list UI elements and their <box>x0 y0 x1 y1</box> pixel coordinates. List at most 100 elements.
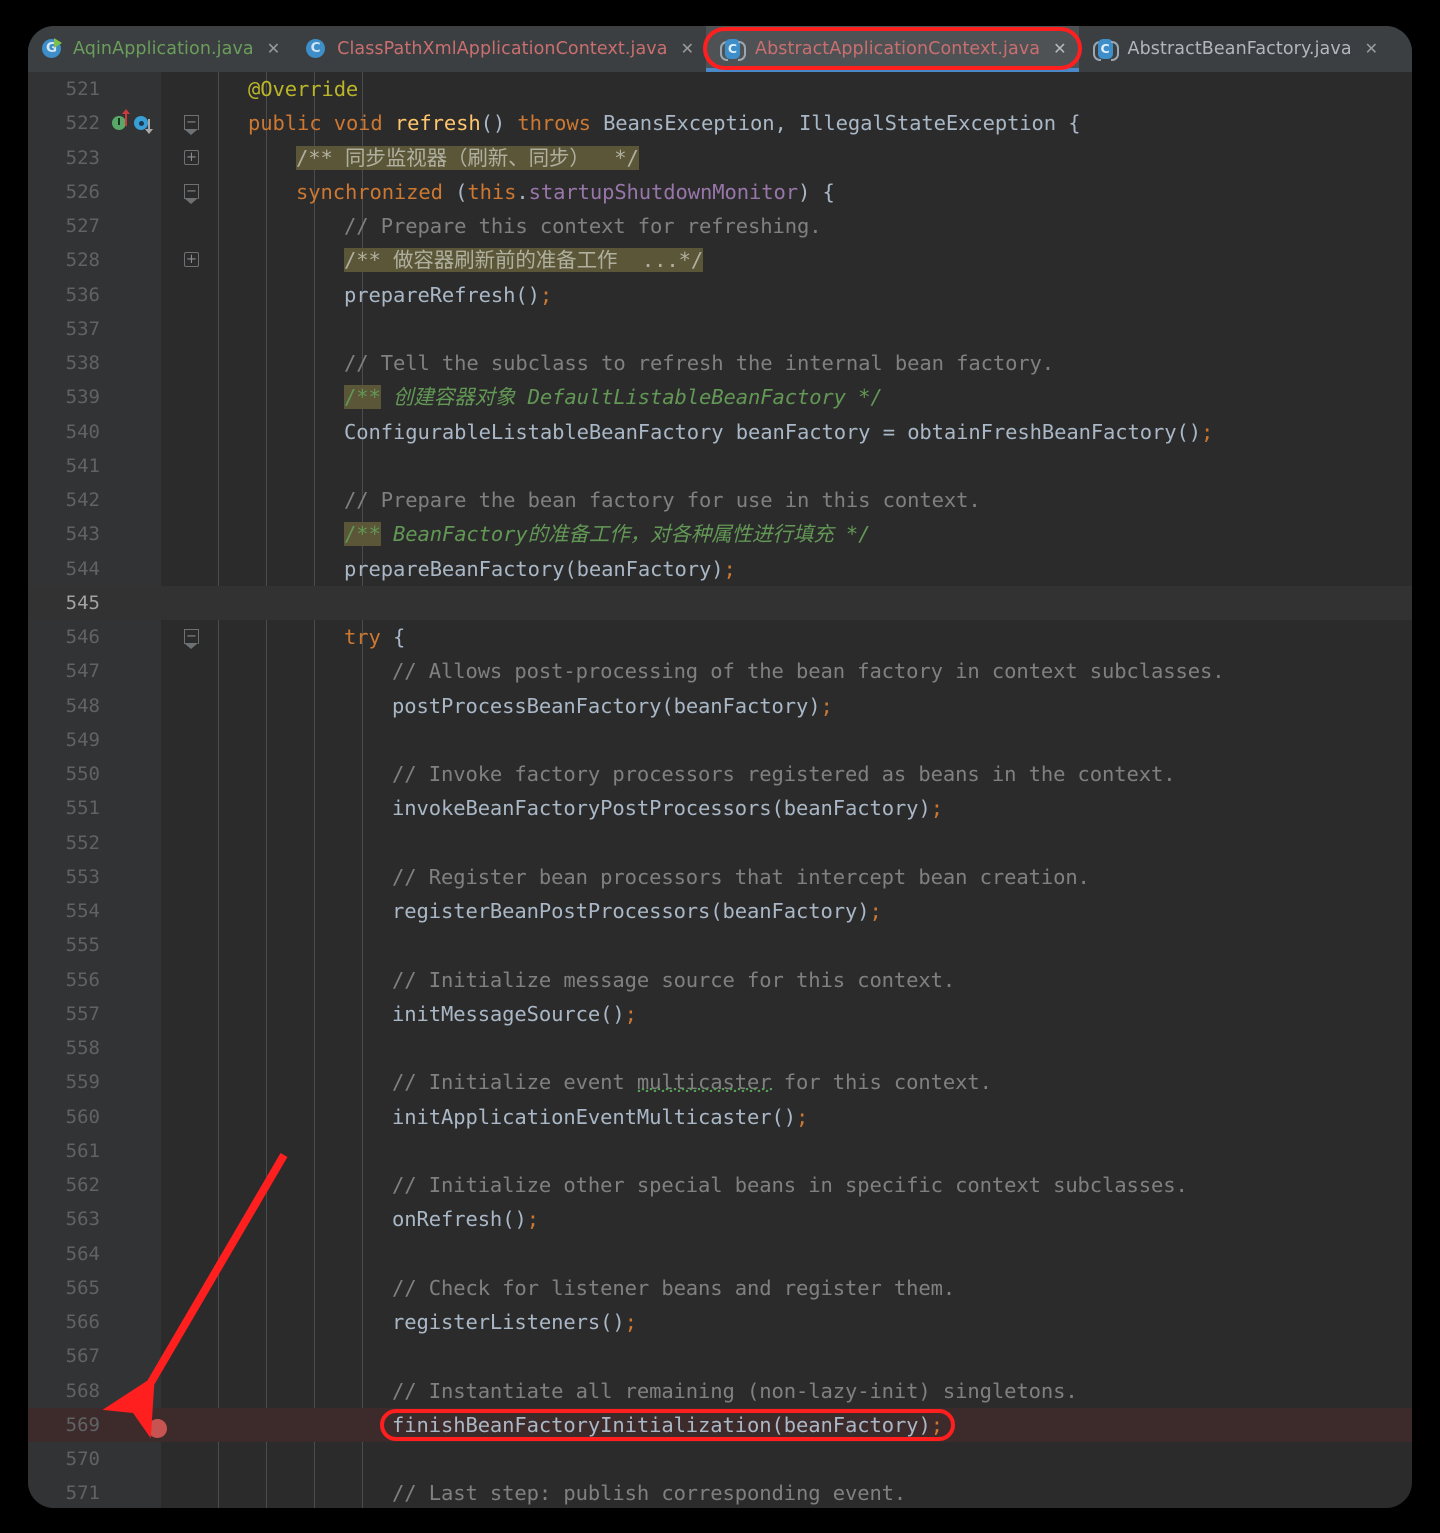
code-line-row[interactable]: 551 invokeBeanFactoryPostProcessors(beanF… <box>28 791 1412 825</box>
code-line-row[interactable]: 543 /** BeanFactory的准备工作，对各种属性进行填充 */ <box>28 517 1412 551</box>
code-text[interactable]: onRefresh(); <box>392 1202 539 1236</box>
line-number[interactable]: 552 <box>28 826 100 860</box>
code-line-row[interactable]: 541 <box>28 449 1412 483</box>
code-text[interactable]: // Instantiate all remaining (non-lazy-i… <box>392 1374 1078 1408</box>
code-line-row[interactable]: 547 // Allows post-processing of the bean… <box>28 654 1412 688</box>
line-number[interactable]: 559 <box>28 1065 100 1099</box>
code-line-row[interactable]: 538 // Tell the subclass to refresh the i… <box>28 346 1412 380</box>
code-line-row[interactable]: 553 // Register bean processors that inte… <box>28 860 1412 894</box>
line-number[interactable]: 566 <box>28 1305 100 1339</box>
breakpoint-icon[interactable] <box>148 1418 167 1438</box>
close-icon[interactable]: ✕ <box>267 41 280 57</box>
implementing-method-icon[interactable]: I <box>112 106 134 140</box>
code-editor[interactable]: 521 @Override 522 I − public void refresh() t… <box>28 72 1412 1508</box>
code-line-row[interactable]: 570 <box>28 1442 1412 1476</box>
code-text[interactable]: @Override <box>248 72 358 106</box>
code-line-row[interactable]: 544 prepareBeanFactory(beanFactory); <box>28 552 1412 586</box>
line-number[interactable]: 544 <box>28 552 100 586</box>
code-text[interactable]: initMessageSource(); <box>392 997 637 1031</box>
line-number[interactable]: 555 <box>28 928 100 962</box>
code-fold-marker[interactable]: + <box>184 243 202 277</box>
line-number[interactable]: 551 <box>28 791 100 825</box>
code-line-row[interactable]: 521 @Override <box>28 72 1412 106</box>
code-line-row[interactable]: 545 <box>28 585 1412 620</box>
code-fold-marker[interactable]: − <box>184 106 202 140</box>
line-number[interactable]: 537 <box>28 312 100 346</box>
code-line-row[interactable]: 554 registerBeanPostProcessors(beanFactor… <box>28 894 1412 928</box>
code-line-row[interactable]: 522 I − public void refresh() throws BeansE… <box>28 106 1412 140</box>
code-line-row[interactable]: 560 initApplicationEventMulticaster(); <box>28 1100 1412 1134</box>
code-fold-marker[interactable]: + <box>184 141 202 175</box>
code-text[interactable]: // Invoke factory processors registered … <box>392 757 1176 791</box>
code-text[interactable] <box>392 1442 404 1476</box>
tab-abstractbeanfactory[interactable]: C AbstractBeanFactory.java ✕ <box>1079 26 1391 72</box>
line-number[interactable]: 562 <box>28 1168 100 1202</box>
line-number[interactable]: 547 <box>28 654 100 688</box>
code-line-row[interactable]: 552 <box>28 826 1412 860</box>
line-number[interactable]: 540 <box>28 415 100 449</box>
code-text[interactable]: ConfigurableListableBeanFactory beanFact… <box>344 415 1213 449</box>
line-number[interactable]: 568 <box>28 1374 100 1408</box>
code-line-row[interactable]: 569 finishBeanFactoryInitialization(beanF… <box>28 1407 1412 1442</box>
close-icon[interactable]: ✕ <box>1053 41 1066 57</box>
line-number[interactable]: 541 <box>28 449 100 483</box>
code-text[interactable]: public void refresh() throws BeansExcept… <box>248 106 1081 140</box>
code-line-row[interactable]: 549 <box>28 723 1412 757</box>
code-text[interactable]: finishBeanFactoryInitialization(beanFact… <box>392 1408 943 1442</box>
line-number[interactable]: 556 <box>28 963 100 997</box>
overriding-method-icon[interactable] <box>134 106 156 140</box>
code-fold-marker[interactable]: − <box>184 175 202 209</box>
code-text[interactable]: // Tell the subclass to refresh the inte… <box>344 346 1054 380</box>
code-text[interactable]: // Register bean processors that interce… <box>392 860 1090 894</box>
code-line-row[interactable]: 536 prepareRefresh(); <box>28 278 1412 312</box>
line-number[interactable]: 570 <box>28 1442 100 1476</box>
code-line-row[interactable]: 571 // Last step: publish corresponding e… <box>28 1476 1412 1508</box>
code-text[interactable]: registerBeanPostProcessors(beanFactory); <box>392 894 882 928</box>
close-icon[interactable]: ✕ <box>681 41 694 57</box>
code-text[interactable]: // Prepare the bean factory for use in t… <box>344 483 981 517</box>
code-line-row[interactable]: 540 ConfigurableListableBeanFactory beanF… <box>28 415 1412 449</box>
line-number[interactable]: 546 <box>28 620 100 654</box>
line-number[interactable]: 523 <box>28 141 100 175</box>
code-line-row[interactable]: 564 <box>28 1237 1412 1271</box>
line-number[interactable]: 543 <box>28 517 100 551</box>
code-line-row[interactable]: 563 onRefresh(); <box>28 1202 1412 1236</box>
code-line-row[interactable]: 559 // Initialize event multicaster for t… <box>28 1065 1412 1099</box>
line-number[interactable]: 558 <box>28 1031 100 1065</box>
code-text[interactable]: // Last step: publish corresponding even… <box>392 1476 906 1508</box>
code-text[interactable] <box>344 449 356 483</box>
tab-aqinapplication[interactable]: G AqinApplication.java ✕ <box>28 26 292 72</box>
code-text[interactable] <box>392 1134 404 1168</box>
code-line-row[interactable]: 548 postProcessBeanFactory(beanFactory); <box>28 689 1412 723</box>
line-number[interactable]: 567 <box>28 1339 100 1373</box>
code-text[interactable]: /** BeanFactory的准备工作，对各种属性进行填充 */ <box>344 517 870 551</box>
code-text[interactable] <box>392 928 404 962</box>
code-line-row[interactable]: 546 − try { <box>28 620 1412 654</box>
code-text[interactable]: synchronized (this.startupShutdownMonito… <box>296 175 835 209</box>
code-text[interactable]: registerListeners(); <box>392 1305 637 1339</box>
line-number[interactable]: 521 <box>28 72 100 106</box>
code-line-row[interactable]: 555 <box>28 928 1412 962</box>
code-text[interactable] <box>344 586 356 620</box>
code-text[interactable]: // Allows post-processing of the bean fa… <box>392 654 1225 688</box>
line-number[interactable]: 554 <box>28 894 100 928</box>
code-text[interactable] <box>344 312 356 346</box>
tab-abstractapplicationcontext[interactable]: C AbstractApplicationContext.java ✕ <box>706 26 1079 72</box>
code-line-row[interactable]: 542 // Prepare the bean factory for use i… <box>28 483 1412 517</box>
code-line-row[interactable]: 561 <box>28 1134 1412 1168</box>
line-number[interactable]: 564 <box>28 1237 100 1271</box>
tab-classpathxmlapplicationcontext[interactable]: C ClassPathXmlApplicationContext.java ✕ <box>292 26 706 72</box>
close-icon[interactable]: ✕ <box>1365 41 1378 57</box>
line-number[interactable]: 563 <box>28 1202 100 1236</box>
code-line-row[interactable]: 568 // Instantiate all remaining (non-laz… <box>28 1374 1412 1408</box>
line-number[interactable]: 522 <box>28 106 100 140</box>
line-number[interactable]: 528 <box>28 243 100 277</box>
line-number[interactable]: 549 <box>28 723 100 757</box>
code-line-row[interactable]: 523 + /** 同步监视器（刷新、同步） */ <box>28 141 1412 175</box>
code-line-row[interactable]: 556 // Initialize message source for this… <box>28 963 1412 997</box>
code-text[interactable] <box>392 1237 404 1271</box>
line-number[interactable]: 539 <box>28 380 100 414</box>
code-text[interactable]: invokeBeanFactoryPostProcessors(beanFact… <box>392 791 943 825</box>
line-number[interactable]: 526 <box>28 175 100 209</box>
code-line-row[interactable]: 539 /** 创建容器对象 DefaultListableBeanFactory… <box>28 380 1412 414</box>
